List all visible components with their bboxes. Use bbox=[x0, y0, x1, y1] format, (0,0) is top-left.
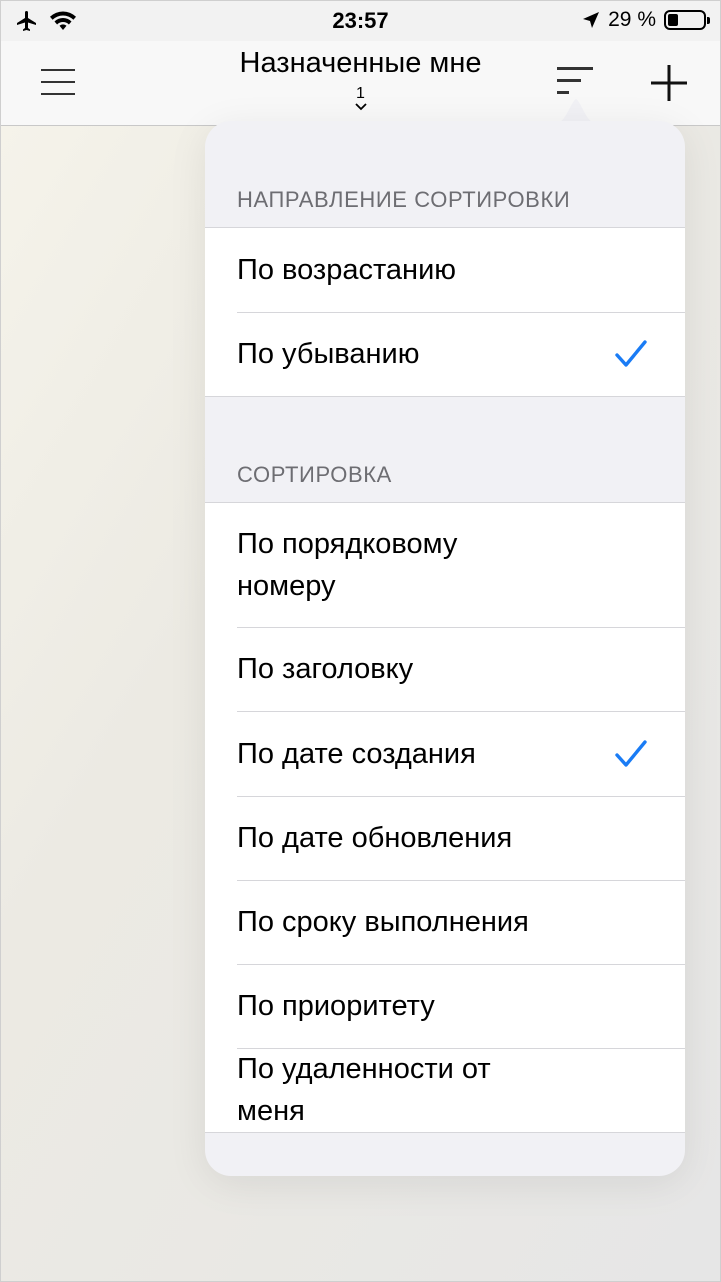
popover-arrow bbox=[556, 99, 596, 123]
add-button[interactable] bbox=[651, 65, 687, 106]
option-label: По удаленности от меня bbox=[237, 1053, 491, 1127]
option-label: По убыванию bbox=[237, 338, 420, 370]
page-title[interactable]: Назначенные мне bbox=[1, 47, 720, 80]
section-header-sort-direction: НАПРАВЛЕНИЕ СОРТИРОВКИ bbox=[237, 187, 571, 212]
option-label: По возрастанию bbox=[237, 254, 457, 286]
checkmark-icon bbox=[615, 340, 647, 367]
plus-icon bbox=[651, 65, 687, 101]
battery-icon bbox=[664, 10, 710, 30]
sort-button[interactable] bbox=[557, 67, 593, 100]
section-header-sort-by: СОРТИРОВКА bbox=[237, 462, 392, 487]
app-screen: 23:57 29 % Назначенные мне 1 НАПРАВЛЕНИЕ… bbox=[0, 0, 721, 1282]
sort-icon bbox=[557, 67, 593, 94]
battery-percent: 29 % bbox=[608, 8, 656, 31]
task-count: 1 bbox=[356, 85, 365, 102]
sort-direction-group: По возрастанию По убыванию bbox=[205, 227, 685, 397]
chevron-down-icon[interactable] bbox=[355, 103, 367, 111]
sort-popover: НАПРАВЛЕНИЕ СОРТИРОВКИ По возрастанию По… bbox=[205, 121, 685, 1176]
sort-option-created-date[interactable]: По дате создания bbox=[205, 711, 685, 796]
status-bar: 23:57 29 % bbox=[1, 1, 720, 41]
navigation-bar: Назначенные мне 1 bbox=[1, 41, 720, 126]
location-arrow-icon bbox=[583, 12, 600, 28]
battery-fill bbox=[668, 14, 678, 26]
sort-option-ascending[interactable]: По возрастанию bbox=[205, 228, 685, 312]
option-label: По порядковому номеру bbox=[237, 528, 458, 602]
sort-option-distance[interactable]: По удаленности от меня bbox=[205, 1048, 685, 1132]
sort-option-title[interactable]: По заголовку bbox=[205, 627, 685, 711]
sort-option-due-date[interactable]: По сроку выполнения bbox=[205, 880, 685, 964]
checkmark-icon bbox=[615, 739, 647, 767]
option-label: По сроку выполнения bbox=[237, 906, 529, 938]
sort-by-group: По порядковому номеру По заголовку По да… bbox=[205, 502, 685, 1133]
sort-option-priority[interactable]: По приоритету bbox=[205, 964, 685, 1048]
option-label: По заголовку bbox=[237, 653, 414, 685]
option-label: По дате создания bbox=[237, 737, 476, 770]
option-label: По приоритету bbox=[237, 990, 435, 1022]
sort-option-number[interactable]: По порядковому номеру bbox=[205, 503, 685, 627]
sort-option-updated-date[interactable]: По дате обновления bbox=[205, 796, 685, 880]
option-label: По дате обновления bbox=[237, 822, 513, 854]
sort-option-descending[interactable]: По убыванию bbox=[205, 312, 685, 396]
status-right: 29 % bbox=[582, 8, 710, 32]
